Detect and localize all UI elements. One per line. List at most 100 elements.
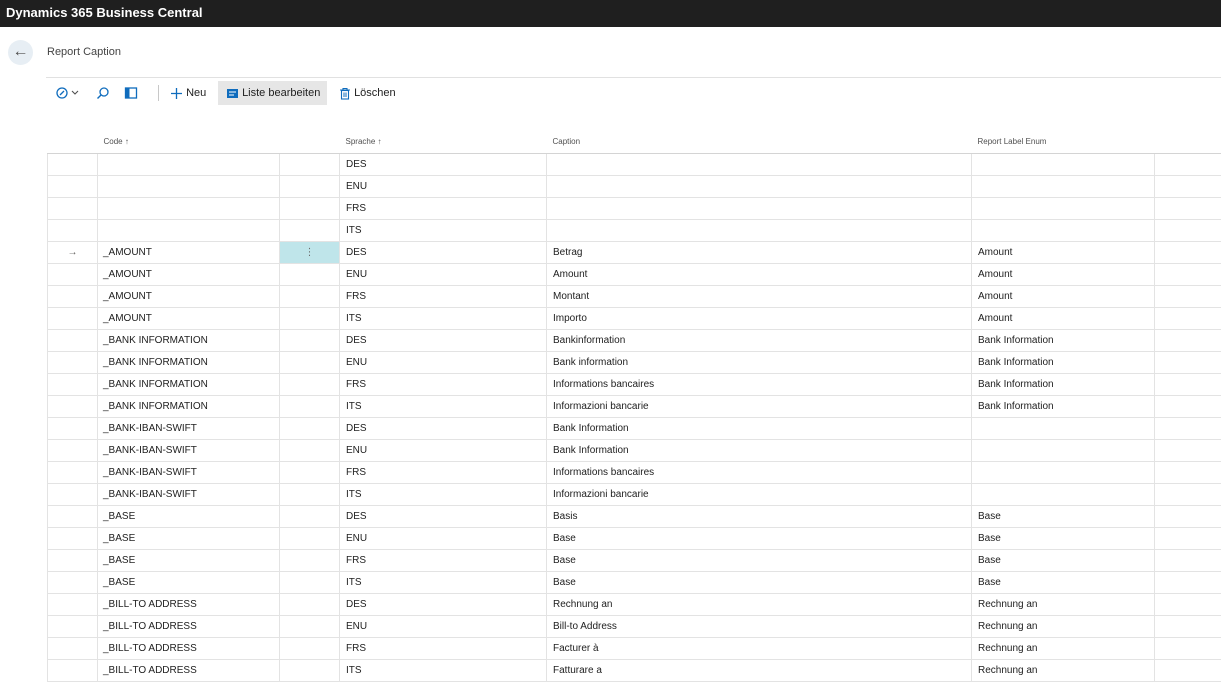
row-actions-cell[interactable] [279, 395, 340, 418]
cell-language[interactable]: ITS [339, 395, 547, 418]
cell-report-label-enum[interactable] [971, 219, 1155, 242]
row-actions-cell[interactable] [279, 439, 340, 462]
cell-language[interactable]: ENU [339, 527, 547, 550]
cell-code[interactable]: _BILL-TO ADDRESS [97, 637, 280, 660]
cell-code[interactable]: _BASE [97, 549, 280, 572]
row-actions-cell[interactable] [279, 329, 340, 352]
table-row[interactable]: FRS [47, 197, 1221, 220]
cell-code[interactable]: _AMOUNT [97, 285, 280, 308]
cell-language[interactable]: FRS [339, 197, 547, 220]
row-actions-cell[interactable] [279, 175, 340, 198]
more-vertical-icon[interactable]: ⋮ [305, 247, 315, 258]
cell-code[interactable]: _BILL-TO ADDRESS [97, 659, 280, 682]
cell-language[interactable]: DES [339, 241, 547, 264]
row-actions-cell[interactable] [279, 307, 340, 330]
cell-report-label-enum[interactable]: Bank Information [971, 351, 1155, 374]
cell-report-label-enum[interactable]: Base [971, 505, 1155, 528]
table-row[interactable]: DES [47, 153, 1221, 176]
cell-code[interactable]: _BANK INFORMATION [97, 395, 280, 418]
cell-language[interactable]: ENU [339, 439, 547, 462]
row-actions-cell[interactable] [279, 351, 340, 374]
cell-language[interactable]: DES [339, 417, 547, 440]
cell-report-label-enum[interactable]: Amount [971, 263, 1155, 286]
table-row[interactable]: _BILL-TO ADDRESS ENU Bill-to Address Rechnu… [47, 615, 1221, 638]
cell-caption[interactable]: Bankinformation [546, 329, 972, 352]
app-title[interactable]: Dynamics 365 Business Central [6, 5, 203, 20]
cell-code[interactable]: _BASE [97, 527, 280, 550]
cell-language[interactable]: FRS [339, 637, 547, 660]
cell-report-label-enum[interactable] [971, 197, 1155, 220]
cell-language[interactable]: ITS [339, 307, 547, 330]
cell-caption[interactable]: Bank Information [546, 439, 972, 462]
cell-report-label-enum[interactable]: Bank Information [971, 373, 1155, 396]
cell-code[interactable]: _BANK-IBAN-SWIFT [97, 461, 280, 484]
cell-caption[interactable]: Base [546, 527, 972, 550]
column-header-language[interactable]: Sprache ↑ [339, 130, 547, 154]
row-actions-cell[interactable] [279, 417, 340, 440]
cell-code[interactable]: _AMOUNT [97, 241, 280, 264]
cell-report-label-enum[interactable]: Rechnung an [971, 659, 1155, 682]
column-header-caption[interactable]: Caption [546, 130, 972, 154]
cell-caption[interactable] [546, 175, 972, 198]
row-actions-cell[interactable] [279, 483, 340, 506]
cell-caption[interactable]: Fatturare a [546, 659, 972, 682]
cell-report-label-enum[interactable]: Bank Information [971, 395, 1155, 418]
cell-report-label-enum[interactable]: Rechnung an [971, 615, 1155, 638]
row-actions-cell[interactable] [279, 285, 340, 308]
table-row[interactable]: _BASE FRS Base Base [47, 549, 1221, 572]
cell-report-label-enum[interactable] [971, 153, 1155, 176]
search-button[interactable] [96, 81, 116, 105]
cell-code[interactable]: _AMOUNT [97, 263, 280, 286]
cell-language[interactable]: DES [339, 505, 547, 528]
cell-language[interactable]: FRS [339, 285, 547, 308]
cell-language[interactable]: FRS [339, 373, 547, 396]
cell-language[interactable]: ENU [339, 263, 547, 286]
row-actions-cell[interactable] [279, 197, 340, 220]
cell-code[interactable] [97, 219, 280, 242]
cell-code[interactable] [97, 197, 280, 220]
cell-code[interactable] [97, 153, 280, 176]
cell-caption[interactable]: Facturer à [546, 637, 972, 660]
cell-caption[interactable]: Informazioni bancarie [546, 483, 972, 506]
table-row[interactable]: _BASE ENU Base Base [47, 527, 1221, 550]
cell-code[interactable]: _BANK-IBAN-SWIFT [97, 439, 280, 462]
cell-code[interactable] [97, 175, 280, 198]
cell-caption[interactable]: Basis [546, 505, 972, 528]
table-row[interactable]: _BANK INFORMATION ITS Informazioni bancari… [47, 395, 1221, 418]
cell-report-label-enum[interactable]: Base [971, 571, 1155, 594]
cell-language[interactable]: ENU [339, 175, 547, 198]
table-row[interactable]: ENU [47, 175, 1221, 198]
table-row[interactable]: _BANK-IBAN-SWIFT FRS Informations bancaire… [47, 461, 1221, 484]
row-actions-cell[interactable] [279, 505, 340, 528]
cell-language[interactable]: FRS [339, 461, 547, 484]
column-header-code[interactable]: Code ↑ [97, 130, 280, 154]
table-row[interactable]: _BILL-TO ADDRESS ITS Fatturare a Rechnung a… [47, 659, 1221, 682]
cell-report-label-enum[interactable]: Base [971, 527, 1155, 550]
cell-caption[interactable]: Informations bancaires [546, 461, 972, 484]
row-actions-cell[interactable] [279, 263, 340, 286]
cell-report-label-enum[interactable]: Amount [971, 285, 1155, 308]
cell-language[interactable]: DES [339, 329, 547, 352]
cell-code[interactable]: _BANK INFORMATION [97, 329, 280, 352]
row-actions-cell[interactable] [279, 615, 340, 638]
table-row[interactable]: → _AMOUNT ⋮ DES Betrag Amount [47, 241, 1221, 264]
cell-code[interactable]: _BILL-TO ADDRESS [97, 593, 280, 616]
row-actions-cell[interactable] [279, 549, 340, 572]
cell-report-label-enum[interactable]: Bank Information [971, 329, 1155, 352]
cell-caption[interactable]: Amount [546, 263, 972, 286]
table-row[interactable]: _BANK INFORMATION ENU Bank information Bank… [47, 351, 1221, 374]
cell-code[interactable]: _BANK INFORMATION [97, 351, 280, 374]
cell-language[interactable]: DES [339, 153, 547, 176]
cell-caption[interactable] [546, 219, 972, 242]
delete-button[interactable]: Löschen [339, 81, 399, 105]
cell-code[interactable]: _BANK INFORMATION [97, 373, 280, 396]
cell-caption[interactable]: Bill-to Address [546, 615, 972, 638]
row-actions-cell[interactable] [279, 373, 340, 396]
back-button[interactable]: ← [8, 40, 33, 65]
row-actions-cell[interactable] [279, 219, 340, 242]
cell-language[interactable]: ITS [339, 659, 547, 682]
cell-report-label-enum[interactable]: Rechnung an [971, 593, 1155, 616]
row-actions-cell[interactable]: ⋮ [279, 241, 340, 264]
cell-caption[interactable]: Base [546, 571, 972, 594]
cell-code[interactable]: _BANK-IBAN-SWIFT [97, 483, 280, 506]
